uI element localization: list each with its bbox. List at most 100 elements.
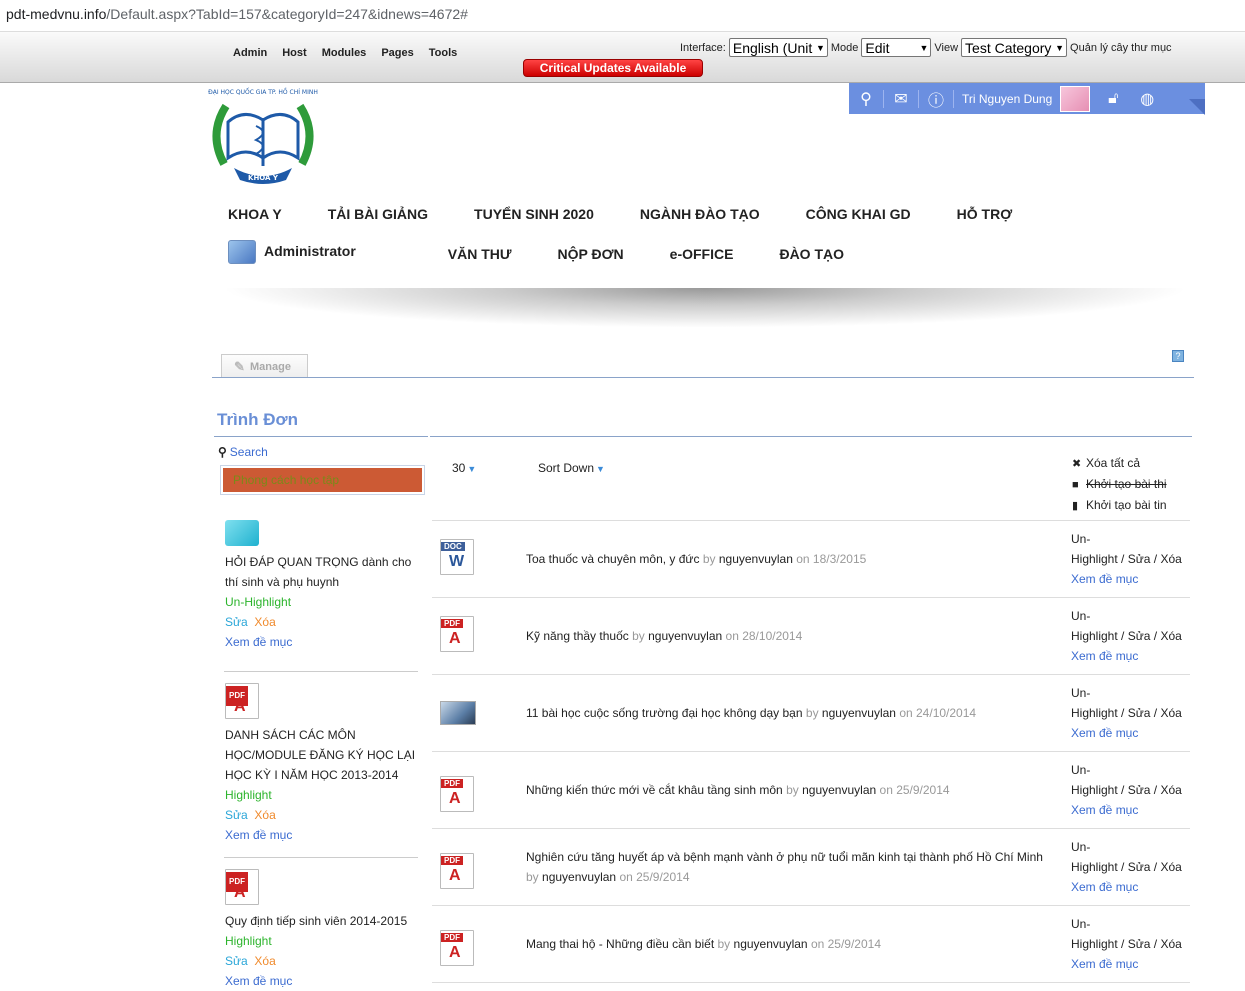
image-thumbnail[interactable]: [440, 701, 476, 725]
critical-updates-button[interactable]: Critical Updates Available: [523, 59, 703, 77]
edit-link[interactable]: Sửa: [225, 615, 248, 629]
create-news-action[interactable]: ▮ Khởi tạo bài tin: [1072, 495, 1167, 516]
control-panel-menu: Admin Host Modules Pages Tools: [233, 47, 457, 59]
delete-link[interactable]: Xóa: [1160, 552, 1181, 566]
highlight-link[interactable]: Highlight: [225, 931, 420, 951]
edit-link[interactable]: Sửa: [225, 954, 248, 968]
sort-dropdown[interactable]: Sort Down ▼: [538, 461, 605, 475]
nav-dao-tao[interactable]: ĐÀO TẠO: [779, 246, 844, 270]
view-link[interactable]: Xem đề mục: [1071, 646, 1189, 666]
image-thumbnail[interactable]: [225, 520, 259, 546]
table-row: PDF A Kỹ năng thầy thuốc by nguyenvuylan …: [432, 598, 1190, 675]
pdf-icon[interactable]: PDF A: [225, 869, 259, 905]
highlight-link[interactable]: Highlight: [225, 785, 420, 805]
highlight-link[interactable]: Highlight: [1071, 783, 1118, 797]
view-link[interactable]: Xem đề mục: [1071, 877, 1189, 897]
admin-icon: [228, 240, 256, 264]
list-item: PDF A Quy định tiếp sinh viên 2014-2015 H…: [225, 869, 420, 991]
nav-nganh-dao-tao[interactable]: NGÀNH ĐÀO TẠO: [640, 206, 760, 222]
highlight-link[interactable]: Highlight: [1071, 706, 1118, 720]
view-link[interactable]: Xem đề mục: [225, 971, 420, 991]
manage-button[interactable]: Manage: [221, 354, 308, 378]
row-title[interactable]: Mang thai hộ - Những điều cần biết by ng…: [526, 934, 1051, 954]
search-icon[interactable]: ⚲: [849, 89, 883, 109]
mail-icon[interactable]: ✉: [884, 89, 918, 109]
edit-link[interactable]: Sửa: [225, 808, 248, 822]
delete-link[interactable]: Xóa: [1160, 783, 1181, 797]
menu-pages[interactable]: Pages: [381, 47, 413, 59]
row-title[interactable]: Toa thuốc và chuyên môn, y đức by nguyen…: [526, 549, 1051, 569]
edit-link[interactable]: Sửa: [1128, 552, 1151, 566]
pdf-icon[interactable]: PDF A: [225, 683, 259, 719]
highlight-link[interactable]: Un-Highlight: [225, 592, 420, 612]
highlight-link[interactable]: Highlight: [1071, 860, 1118, 874]
delete-link[interactable]: Xóa: [1160, 706, 1181, 720]
interface-select[interactable]: English (Unit ▼: [728, 38, 828, 57]
row-title[interactable]: Kỹ năng thầy thuốc by nguyenvuylan on 28…: [526, 626, 1051, 646]
create-exam-action[interactable]: ■ Khởi tạo bài thi: [1072, 474, 1167, 495]
row-actions: Un- Highlight / Sửa / Xóa Xem đề mục: [1071, 760, 1189, 820]
list-item-title[interactable]: HỎI ĐÁP QUAN TRỌNG dành cho thí sinh và …: [225, 552, 420, 592]
list-item-title[interactable]: DANH SÁCH CÁC MÔN HỌC/MODULE ĐĂNG KÝ HỌC…: [225, 725, 420, 785]
view-link[interactable]: Xem đề mục: [1071, 800, 1189, 820]
delete-link[interactable]: Xóa: [254, 954, 275, 968]
nav-ho-tro[interactable]: HỖ TRỢ: [957, 206, 1013, 222]
view-link[interactable]: Xem đề mục: [225, 632, 420, 652]
nav-van-thu[interactable]: VĂN THƯ: [448, 246, 512, 270]
edit-link[interactable]: Sửa: [1128, 706, 1151, 720]
view-select[interactable]: Test Category ▼: [961, 38, 1068, 57]
delete-link[interactable]: Xóa: [1160, 629, 1181, 643]
edit-link[interactable]: Sửa: [1128, 937, 1151, 951]
search-link[interactable]: ⚲ Search: [218, 445, 268, 459]
edit-link[interactable]: Sửa: [1128, 783, 1151, 797]
highlight-link[interactable]: Highlight: [1071, 937, 1118, 951]
nav-khoa-y[interactable]: KHOA Y: [228, 206, 282, 222]
nav-tuyen-sinh[interactable]: TUYỂN SINH 2020: [474, 206, 594, 222]
menu-host[interactable]: Host: [282, 47, 306, 59]
logo-bottom-text: KHOA Y: [248, 174, 279, 182]
row-title[interactable]: Những kiến thức mới về cắt khâu tầng sin…: [526, 780, 1051, 800]
page-size-dropdown[interactable]: 30 ▼: [452, 461, 476, 475]
view-link[interactable]: Xem đề mục: [1071, 954, 1189, 974]
nav-e-office[interactable]: e-OFFICE: [670, 246, 734, 270]
highlight-link[interactable]: Highlight: [1071, 629, 1118, 643]
row-title[interactable]: 11 bài học cuộc sống trường đại học khôn…: [526, 703, 1051, 723]
view-link[interactable]: Xem đề mục: [225, 825, 420, 845]
nav-cong-khai[interactable]: CÔNG KHAI GD: [806, 206, 911, 222]
category-box[interactable]: Phong cách học tập: [220, 465, 425, 495]
word-doc-icon[interactable]: DOC W: [440, 539, 474, 575]
menu-modules[interactable]: Modules: [322, 47, 367, 59]
view-link[interactable]: Xem đề mục: [1071, 569, 1189, 589]
nav-nop-don[interactable]: NỘP ĐƠN: [558, 246, 624, 270]
avatar[interactable]: [1060, 85, 1091, 112]
alert-icon[interactable]: ⓘ: [919, 87, 953, 111]
globe-icon[interactable]: ◍: [1130, 89, 1164, 109]
edit-link[interactable]: Sửa: [1128, 629, 1151, 643]
delete-link[interactable]: Xóa: [1160, 937, 1181, 951]
view-link[interactable]: Xem đề mục: [1071, 723, 1189, 743]
address-bar[interactable]: pdt-medvnu.info/Default.aspx?TabId=157&c…: [0, 0, 1245, 32]
lock-icon[interactable]: 🔓︎: [1096, 90, 1130, 108]
manage-folder-link[interactable]: Quản lý cây thư mục: [1070, 42, 1172, 54]
row-title[interactable]: Nghiên cứu tăng huyết áp và bệnh mạnh và…: [526, 847, 1051, 887]
pdf-icon[interactable]: PDF A: [440, 616, 474, 652]
pdf-icon[interactable]: PDF A: [440, 853, 474, 889]
menu-admin[interactable]: Admin: [233, 47, 267, 59]
category-item[interactable]: Phong cách học tập: [223, 468, 422, 492]
pdf-icon[interactable]: PDF A: [440, 930, 474, 966]
menu-tools[interactable]: Tools: [429, 47, 458, 59]
delete-link[interactable]: Xóa: [1160, 860, 1181, 874]
delete-link[interactable]: Xóa: [254, 808, 275, 822]
help-icon[interactable]: ?: [1172, 350, 1184, 362]
delete-link[interactable]: Xóa: [254, 615, 275, 629]
mode-select[interactable]: Edit ▼: [861, 38, 932, 57]
list-item-title[interactable]: Quy định tiếp sinh viên 2014-2015: [225, 911, 420, 931]
divider: [224, 857, 418, 858]
nav-tai-bai-giang[interactable]: TẢI BÀI GIẢNG: [328, 206, 428, 222]
delete-all-action[interactable]: ✖ Xóa tất cả: [1072, 453, 1167, 474]
pdf-icon[interactable]: PDF A: [440, 776, 474, 812]
nav-administrator[interactable]: Administrator: [228, 240, 402, 264]
user-name[interactable]: Tri Nguyen Dung: [962, 92, 1052, 106]
highlight-link[interactable]: Highlight: [1071, 552, 1118, 566]
edit-link[interactable]: Sửa: [1128, 860, 1151, 874]
